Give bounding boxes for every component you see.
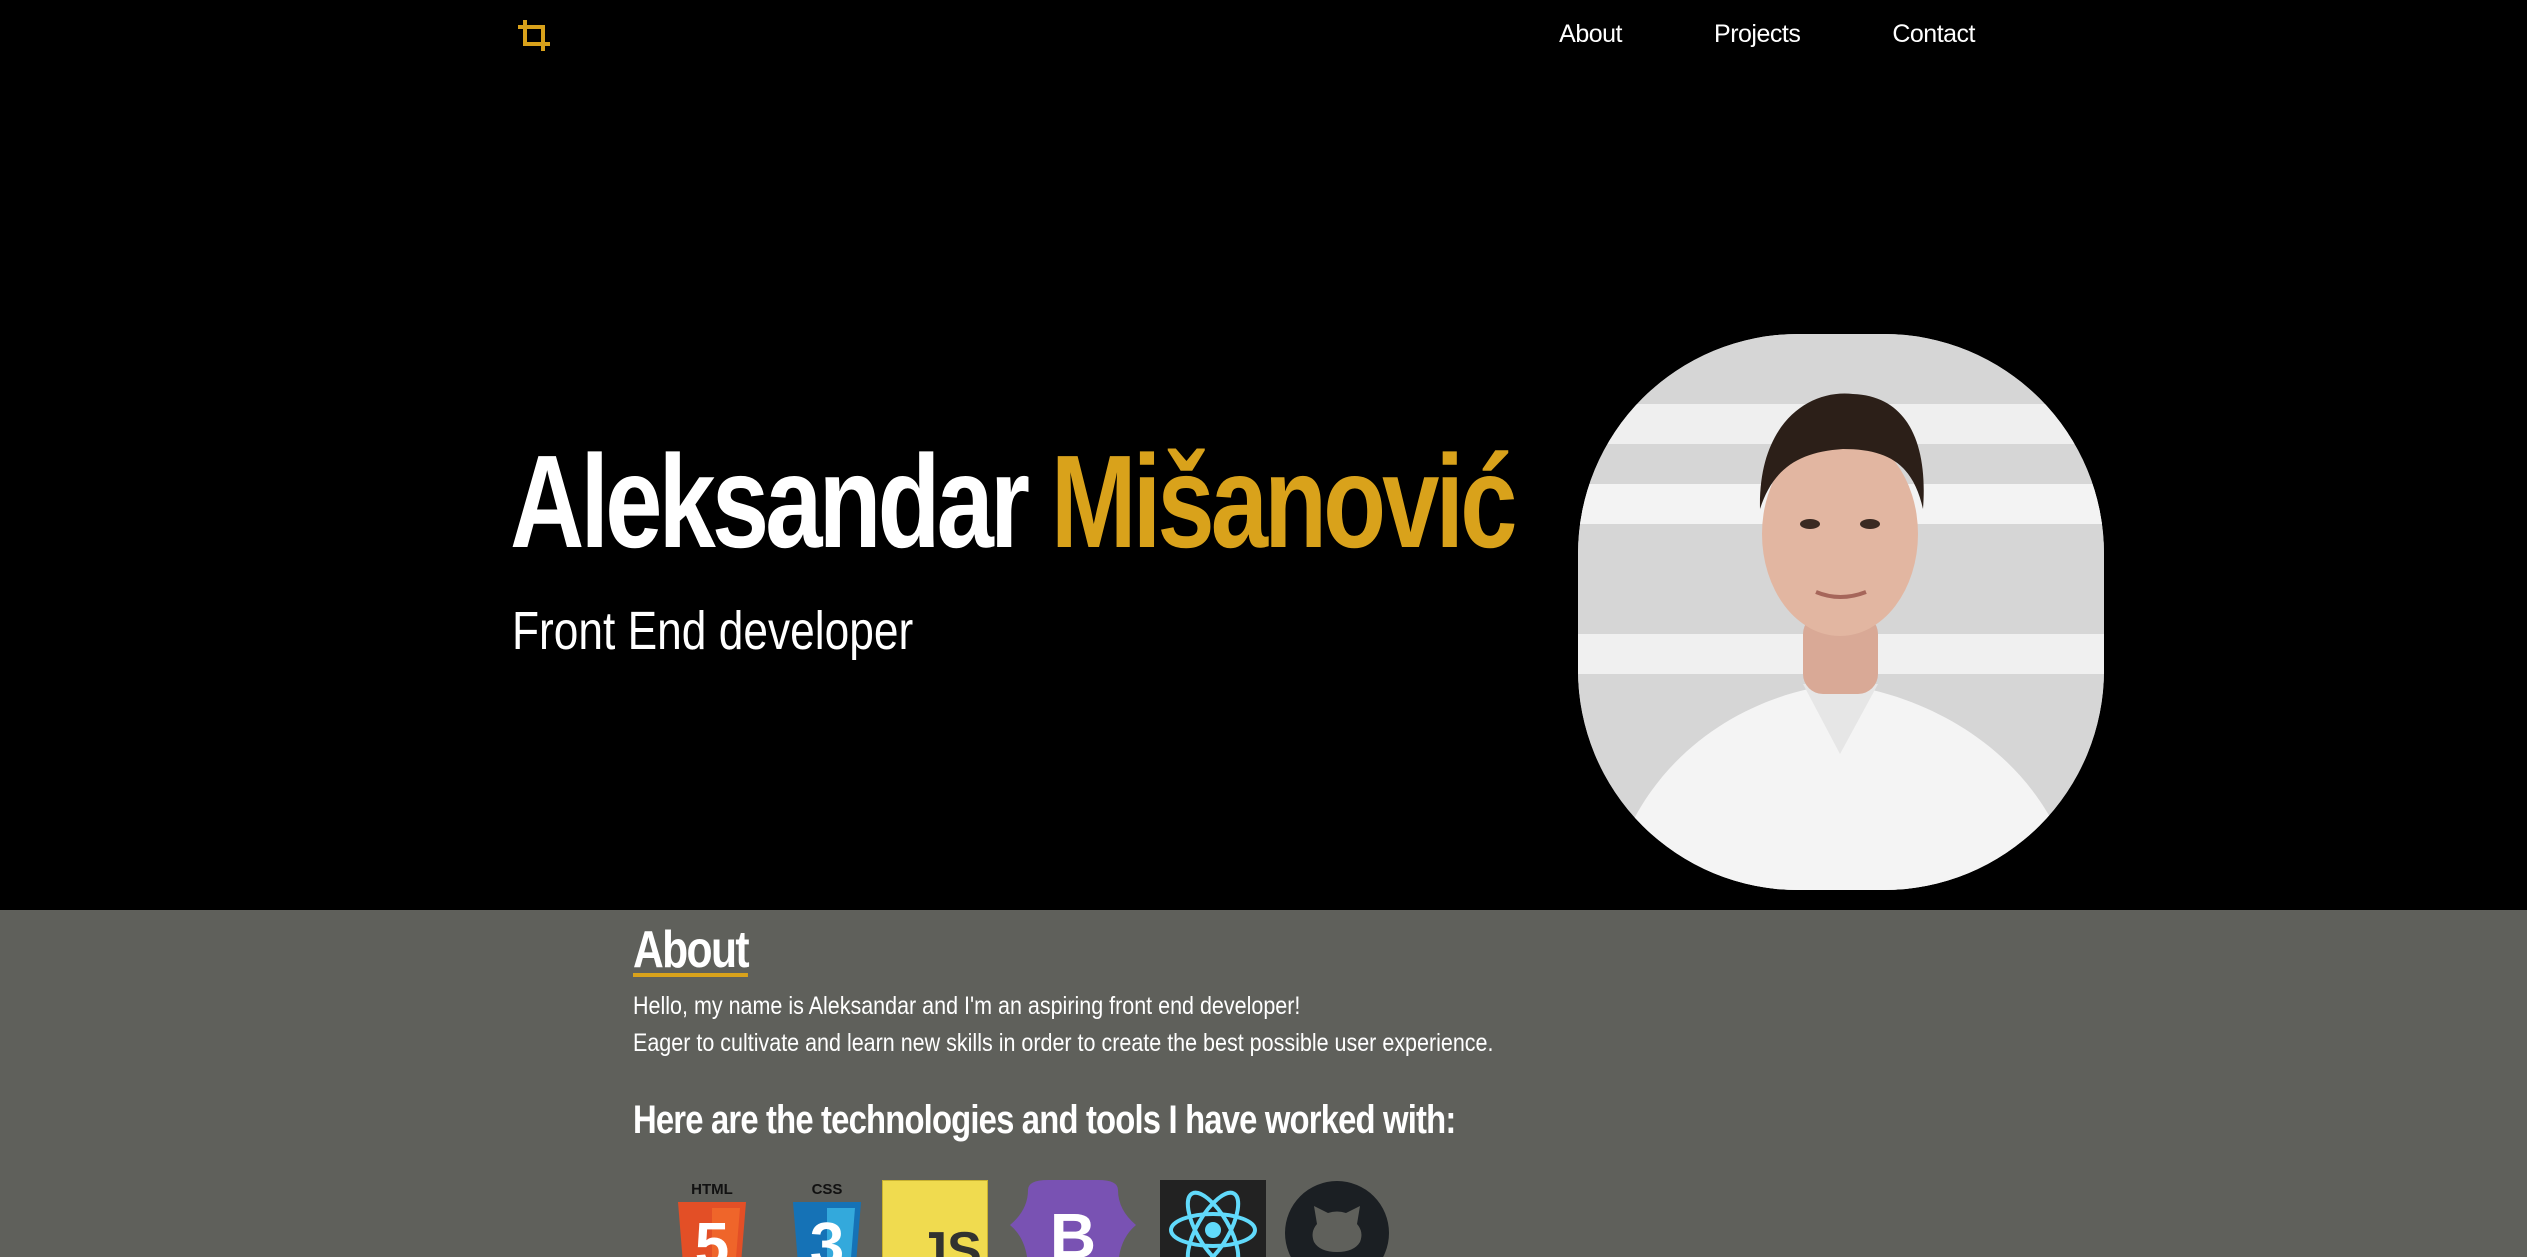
profile-photo: [1578, 334, 2104, 890]
nav-about-link[interactable]: About: [1559, 20, 1622, 49]
hero-last-name: Mišanović: [1050, 428, 1518, 575]
about-line-1: Hello, my name is Aleksandar and I'm an …: [633, 992, 1301, 1020]
hero-section: Aleksandar Mišanović Front End developer: [0, 74, 2527, 910]
bootstrap-icon: B: [1008, 1180, 1136, 1257]
html5-icon: HTML 5: [672, 1180, 778, 1257]
svg-text:JS: JS: [918, 1222, 982, 1257]
svg-text:3: 3: [810, 1211, 844, 1257]
css3-icon: CSS 3: [787, 1180, 893, 1257]
javascript-icon: JS: [881, 1179, 989, 1257]
svg-text:5: 5: [695, 1211, 729, 1257]
svg-text:HTML: HTML: [691, 1181, 733, 1198]
nav-projects-link[interactable]: Projects: [1714, 20, 1801, 49]
about-text: Hello, my name is Aleksandar and I'm an …: [633, 988, 1493, 1062]
tech-title: Here are the technologies and tools I ha…: [633, 1098, 1456, 1142]
about-section: About Hello, my name is Aleksandar and I…: [0, 910, 2527, 1257]
nav-links: About Projects Contact: [1559, 20, 1975, 49]
react-icon: [1160, 1180, 1266, 1257]
about-title: About: [633, 921, 750, 979]
hero-role: Front End developer: [512, 601, 914, 661]
github-icon: [1284, 1180, 1390, 1257]
page: About Projects Contact Aleksandar Mišano…: [0, 0, 2527, 1257]
hero-name: Aleksandar Mišanović: [510, 436, 1517, 568]
nav-contact-link[interactable]: Contact: [1892, 20, 1975, 49]
crop-icon[interactable]: [516, 18, 552, 54]
about-line-2: Eager to cultivate and learn new skills …: [633, 1029, 1494, 1057]
hero-first-name: Aleksandar: [510, 428, 1030, 575]
svg-text:CSS: CSS: [812, 1181, 843, 1198]
svg-text:B: B: [1050, 1200, 1096, 1257]
top-nav: About Projects Contact: [0, 0, 2527, 74]
